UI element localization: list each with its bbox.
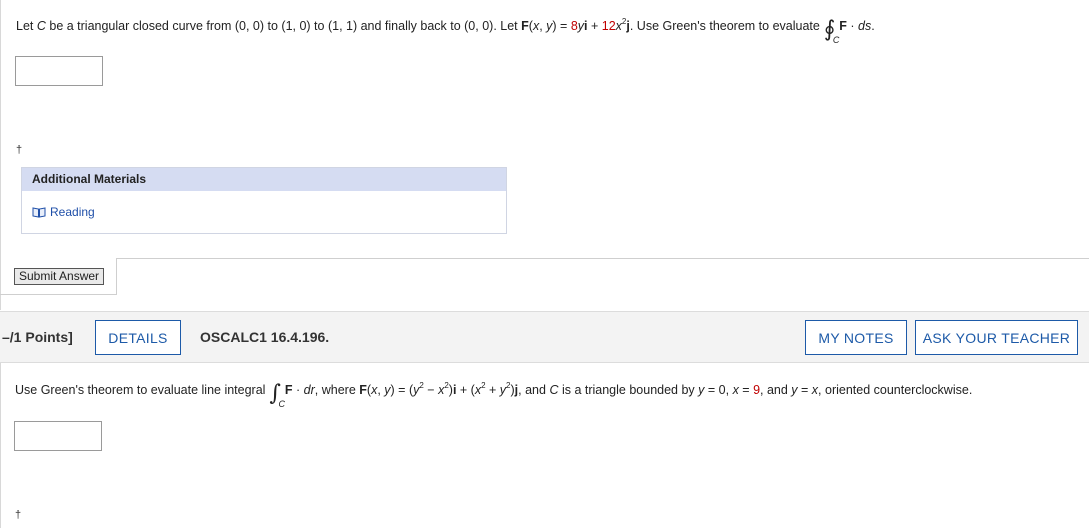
ask-your-teacher-button[interactable]: ASK YOUR TEACHER <box>915 320 1078 355</box>
question-2-header: –/1 Points] DETAILS OSCALC1 16.4.196. MY… <box>0 311 1089 363</box>
dagger-icon: † <box>16 144 23 156</box>
question-1-text: Let C be a triangular closed curve from … <box>16 17 875 45</box>
additional-materials-title: Additional Materials <box>22 168 506 191</box>
additional-materials-panel: Additional Materials Reading <box>21 167 507 234</box>
details-button[interactable]: DETAILS <box>95 320 181 355</box>
divider <box>116 258 117 294</box>
contour-integral-symbol: ∮ C <box>823 17 840 45</box>
dagger-icon: † <box>15 509 22 521</box>
submit-answer-button[interactable]: Submit Answer <box>14 268 105 285</box>
my-notes-button[interactable]: MY NOTES <box>805 320 907 355</box>
question-2-text: Use Green's theorem to evaluate line int… <box>15 381 973 409</box>
divider <box>116 258 1089 259</box>
points-label: –/1 Points] <box>2 329 73 345</box>
answer-input-2[interactable] <box>14 421 102 451</box>
divider <box>0 363 1 528</box>
book-icon <box>32 206 46 218</box>
divider <box>0 294 117 295</box>
reading-link[interactable]: Reading <box>32 205 95 219</box>
submit-area: Submit Answer <box>0 258 1089 295</box>
line-integral-symbol: ∫ C <box>269 381 285 409</box>
answer-input-1[interactable] <box>15 56 103 86</box>
reading-link-label[interactable]: Reading <box>50 205 95 219</box>
problem-id: OSCALC1 16.4.196. <box>200 329 330 345</box>
